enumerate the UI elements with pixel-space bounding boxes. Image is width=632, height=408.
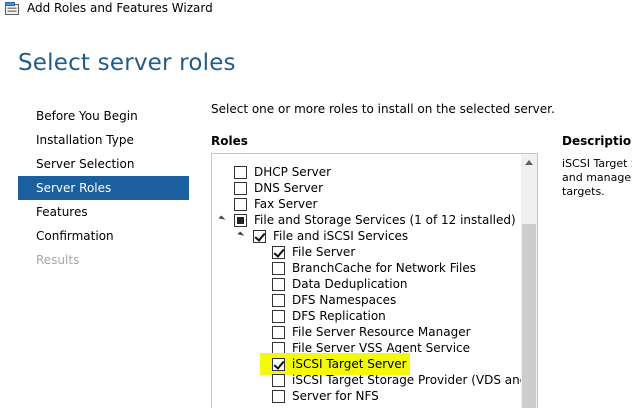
role-label: Server for NFS	[292, 389, 379, 403]
description-line: iSCSI Target S	[562, 157, 632, 170]
expand-arrow-icon[interactable]	[237, 231, 245, 239]
role-label: Fax Server	[254, 197, 318, 211]
role-tree-item[interactable]: iSCSI Target Storage Provider (VDS and V…	[212, 372, 537, 388]
role-tree-item[interactable]: DHCP Server	[212, 164, 520, 180]
role-checkbox[interactable]	[272, 358, 285, 371]
description-text: iSCSI Target Sand manager targets.	[562, 157, 632, 199]
page-title: Select server roles	[18, 50, 236, 76]
role-checkbox[interactable]	[272, 262, 285, 275]
nav-item-server-selection[interactable]: Server Selection	[18, 152, 189, 176]
role-tree-item[interactable]: DFS Replication	[212, 308, 520, 324]
role-label: File and iSCSI Services	[273, 229, 409, 243]
role-tree-item[interactable]: DNS Server	[212, 180, 520, 196]
role-label: File and Storage Services (1 of 12 insta…	[254, 213, 516, 227]
role-tree-item[interactable]: File and iSCSI Services	[212, 228, 520, 244]
roles-tree-panel[interactable]: DHCP Server DNS Server Fax Server File and …	[211, 153, 538, 408]
description-line: and manager	[562, 171, 632, 184]
role-checkbox[interactable]	[272, 390, 285, 403]
nav-item-before-you-begin[interactable]: Before You Begin	[18, 104, 189, 128]
role-label: iSCSI Target Storage Provider (VDS and V…	[292, 373, 538, 387]
role-checkbox[interactable]	[234, 214, 247, 227]
role-tree-item[interactable]: Fax Server	[212, 196, 520, 212]
expand-arrow-icon[interactable]	[218, 215, 226, 223]
nav-item-server-roles[interactable]: Server Roles	[18, 176, 189, 200]
role-tree-item[interactable]: File and Storage Services (1 of 12 insta…	[212, 212, 520, 228]
window-title: Add Roles and Features Wizard	[27, 1, 213, 15]
role-checkbox[interactable]	[272, 294, 285, 307]
scroll-up-arrow-icon[interactable]	[525, 160, 533, 165]
role-tree-item[interactable]: BranchCache for Network Files	[212, 260, 520, 276]
nav-item-installation-type[interactable]: Installation Type	[18, 128, 189, 152]
role-checkbox[interactable]	[272, 278, 285, 291]
nav-item-confirmation[interactable]: Confirmation	[18, 224, 189, 248]
role-checkbox[interactable]	[234, 198, 247, 211]
role-tree-item[interactable]: DFS Namespaces	[212, 292, 520, 308]
role-label: File Server Resource Manager	[292, 325, 471, 339]
role-checkbox[interactable]	[253, 230, 266, 243]
role-label: DFS Namespaces	[292, 293, 397, 307]
role-tree-item[interactable]: Server for NFS	[212, 388, 520, 404]
nav-item-features[interactable]: Features	[18, 200, 189, 224]
role-checkbox[interactable]	[234, 182, 247, 195]
role-tree-item[interactable]: File Server	[212, 244, 520, 260]
role-label: DHCP Server	[254, 165, 332, 179]
description-line: targets.	[562, 185, 605, 198]
instruction-text: Select one or more roles to install on t…	[211, 102, 555, 116]
role-checkbox[interactable]	[272, 326, 285, 339]
role-checkbox[interactable]	[272, 310, 285, 323]
role-label: iSCSI Target Server	[292, 357, 407, 371]
role-label: DNS Server	[254, 181, 323, 195]
nav-item-results: Results	[36, 253, 80, 267]
title-bar: Add Roles and Features Wizard	[0, 0, 632, 18]
role-tree-item[interactable]: iSCSI Target Server	[212, 353, 520, 375]
role-checkbox[interactable]	[272, 374, 285, 387]
scroll-thumb[interactable]	[522, 224, 536, 408]
roles-scrollbar[interactable]	[521, 154, 537, 408]
role-label: Data Deduplication	[292, 277, 408, 291]
role-checkbox[interactable]	[272, 246, 285, 259]
roles-heading: Roles	[211, 134, 248, 148]
description-heading: Description	[562, 134, 632, 148]
role-label: File Server	[292, 245, 356, 259]
role-tree-item[interactable]: Data Deduplication	[212, 276, 520, 292]
wizard-nav: Before You Begin Installation Type Server …	[18, 104, 189, 272]
role-tree-item[interactable]: File Server Resource Manager	[212, 324, 520, 340]
role-label: DFS Replication	[292, 309, 386, 323]
server-wizard-icon	[5, 2, 19, 15]
roles-tree: DHCP Server DNS Server Fax Server File and …	[212, 164, 537, 404]
role-label: BranchCache for Network Files	[292, 261, 477, 275]
role-checkbox[interactable]	[234, 166, 247, 179]
